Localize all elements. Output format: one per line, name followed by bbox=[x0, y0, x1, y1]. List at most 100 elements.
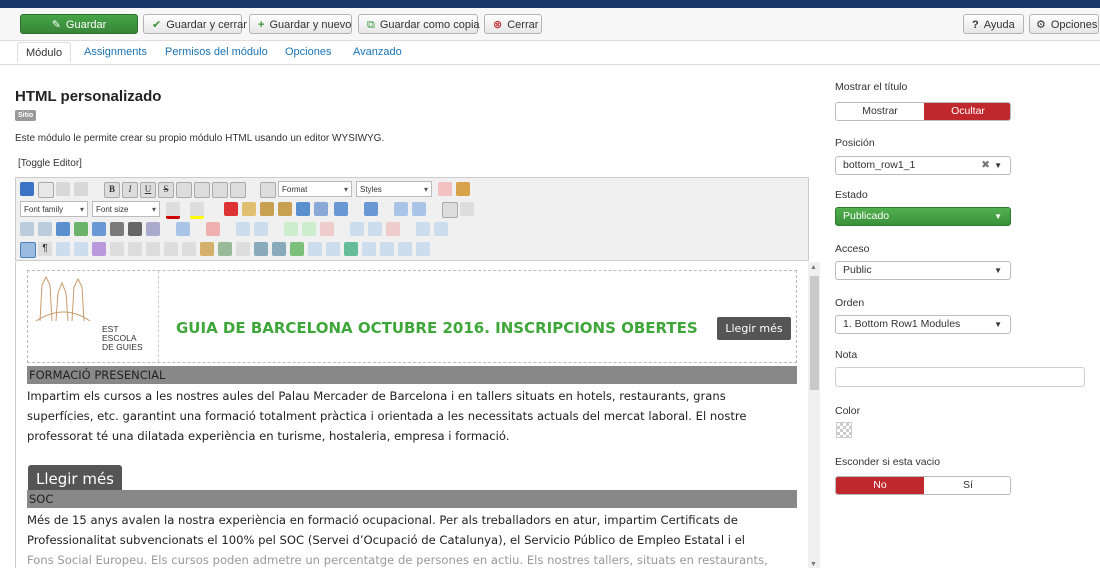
read-more-large-button[interactable]: Llegir més bbox=[28, 465, 122, 491]
save-copy-button[interactable]: ⧉ Guardar como copia bbox=[358, 14, 480, 34]
state-select[interactable]: Publicado ▼ bbox=[835, 207, 1011, 226]
show-title-hide-option[interactable]: Ocultar bbox=[924, 103, 1010, 120]
paste-text-icon[interactable] bbox=[278, 202, 292, 216]
insert-col-after-icon[interactable] bbox=[368, 222, 382, 236]
delete-table-icon[interactable] bbox=[206, 222, 220, 236]
horizontal-rule-icon[interactable] bbox=[460, 202, 474, 216]
delete-col-icon[interactable] bbox=[386, 222, 400, 236]
date-icon[interactable] bbox=[344, 242, 358, 256]
emotions-icon[interactable] bbox=[290, 242, 304, 256]
hide-empty-yes-option[interactable]: Sí bbox=[924, 477, 1010, 494]
format-select[interactable]: Format bbox=[278, 181, 352, 197]
decrease-indent-icon[interactable] bbox=[394, 202, 408, 216]
paste-icon[interactable] bbox=[260, 202, 274, 216]
blockquote-icon[interactable] bbox=[260, 182, 276, 198]
align-justify-icon[interactable] bbox=[230, 182, 246, 198]
cell-props-icon[interactable] bbox=[254, 222, 268, 236]
layer-icon[interactable] bbox=[74, 242, 88, 256]
cite-icon[interactable] bbox=[110, 242, 124, 256]
nonbreaking-icon[interactable] bbox=[380, 242, 394, 256]
template-icon[interactable] bbox=[56, 242, 70, 256]
cut-icon[interactable] bbox=[224, 202, 238, 216]
show-title-show-option[interactable]: Mostrar bbox=[836, 103, 924, 120]
new-document-icon[interactable] bbox=[38, 182, 54, 198]
save-new-button[interactable]: + Guardar y nuevo bbox=[249, 14, 352, 34]
cleanup-icon[interactable] bbox=[456, 182, 470, 196]
tab-options[interactable]: Opciones bbox=[277, 42, 339, 63]
replace-icon[interactable] bbox=[146, 222, 160, 236]
styles-select[interactable]: Styles bbox=[356, 181, 432, 197]
print-icon[interactable] bbox=[110, 222, 124, 236]
help-button[interactable]: ? Ayuda bbox=[963, 14, 1024, 34]
scrollbar-thumb[interactable] bbox=[810, 276, 819, 390]
align-right-icon[interactable] bbox=[212, 182, 228, 198]
toggle-editor-link[interactable]: [Toggle Editor] bbox=[18, 158, 82, 169]
table-icon[interactable] bbox=[176, 222, 190, 236]
visual-aid-icon[interactable] bbox=[20, 242, 36, 258]
undo-icon[interactable] bbox=[56, 182, 70, 196]
attribs-icon[interactable] bbox=[200, 242, 214, 256]
text-color-icon[interactable] bbox=[166, 202, 180, 219]
pilcrow-icon[interactable]: ¶ bbox=[38, 242, 52, 256]
align-center-icon[interactable] bbox=[194, 182, 210, 198]
link-icon[interactable] bbox=[254, 242, 268, 256]
copy-icon[interactable] bbox=[242, 202, 256, 216]
editor-content-area[interactable]: EST ESCOLA DE GUIES GUIA DE BARCELONA OC… bbox=[15, 262, 809, 568]
style-props-icon[interactable] bbox=[92, 242, 106, 256]
tab-permissions[interactable]: Permisos del módulo bbox=[157, 42, 276, 63]
highlight-color-icon[interactable] bbox=[190, 202, 204, 219]
about-icon[interactable] bbox=[20, 182, 34, 196]
preview-icon[interactable] bbox=[92, 222, 106, 236]
scroll-up-icon[interactable]: ▲ bbox=[810, 264, 817, 271]
close-button[interactable]: ⊗ Cerrar bbox=[484, 14, 542, 34]
ltr-icon[interactable] bbox=[20, 222, 34, 236]
italic-icon[interactable]: I bbox=[122, 182, 138, 198]
media-icon[interactable] bbox=[236, 242, 250, 256]
align-left-icon[interactable] bbox=[176, 182, 192, 198]
search-replace-icon[interactable] bbox=[314, 202, 328, 216]
position-select[interactable]: bottom_row1_1 ✖ ▼ bbox=[835, 156, 1011, 175]
insert-col-before-icon[interactable] bbox=[350, 222, 364, 236]
readmore-icon[interactable] bbox=[416, 242, 430, 256]
split-cells-icon[interactable] bbox=[416, 222, 430, 236]
numbered-list-icon[interactable] bbox=[364, 202, 378, 216]
bullet-list-icon[interactable] bbox=[334, 202, 348, 216]
order-select[interactable]: 1. Bottom Row1 Modules ▼ bbox=[835, 315, 1011, 334]
merge-cells-icon[interactable] bbox=[434, 222, 448, 236]
save-button[interactable]: ✎ Guardar bbox=[20, 14, 138, 34]
unlink-icon[interactable] bbox=[272, 242, 286, 256]
paste-word-icon[interactable] bbox=[296, 202, 310, 216]
access-select[interactable]: Public ▼ bbox=[835, 261, 1011, 280]
delete-row-icon[interactable] bbox=[320, 222, 334, 236]
font-family-select[interactable]: Font family bbox=[20, 201, 88, 217]
acronym-icon[interactable] bbox=[146, 242, 160, 256]
tab-advanced[interactable]: Avanzado bbox=[345, 42, 410, 63]
strikethrough-icon[interactable]: S bbox=[158, 182, 174, 198]
tab-modulo[interactable]: Módulo bbox=[17, 42, 72, 63]
time-icon[interactable] bbox=[362, 242, 376, 256]
find-icon[interactable] bbox=[128, 222, 142, 236]
tab-assignments[interactable]: Assignments bbox=[76, 42, 155, 63]
anchor-icon[interactable] bbox=[218, 242, 232, 256]
hide-empty-no-option[interactable]: No bbox=[836, 477, 924, 494]
code-icon[interactable] bbox=[308, 242, 322, 256]
insert-row-before-icon[interactable] bbox=[284, 222, 298, 236]
clear-format-icon[interactable] bbox=[438, 182, 452, 196]
redo-icon[interactable] bbox=[74, 182, 88, 196]
pagebreak-icon[interactable] bbox=[398, 242, 412, 256]
del-icon[interactable] bbox=[164, 242, 178, 256]
abbr-icon[interactable] bbox=[128, 242, 142, 256]
scroll-down-icon[interactable]: ▼ bbox=[810, 561, 817, 568]
bold-icon[interactable]: B bbox=[104, 182, 120, 198]
increase-indent-icon[interactable] bbox=[412, 202, 426, 216]
note-input[interactable] bbox=[835, 367, 1085, 387]
font-size-select[interactable]: Font size bbox=[92, 201, 160, 217]
read-more-button[interactable]: Llegir més bbox=[717, 317, 791, 340]
rtl-icon[interactable] bbox=[38, 222, 52, 236]
insert-row-after-icon[interactable] bbox=[302, 222, 316, 236]
underline-icon[interactable]: U bbox=[140, 182, 156, 198]
row-props-icon[interactable] bbox=[236, 222, 250, 236]
insert-image-icon[interactable] bbox=[74, 222, 88, 236]
color-picker-swatch[interactable] bbox=[836, 422, 852, 438]
save-close-button[interactable]: ✔ Guardar y cerrar bbox=[143, 14, 247, 34]
